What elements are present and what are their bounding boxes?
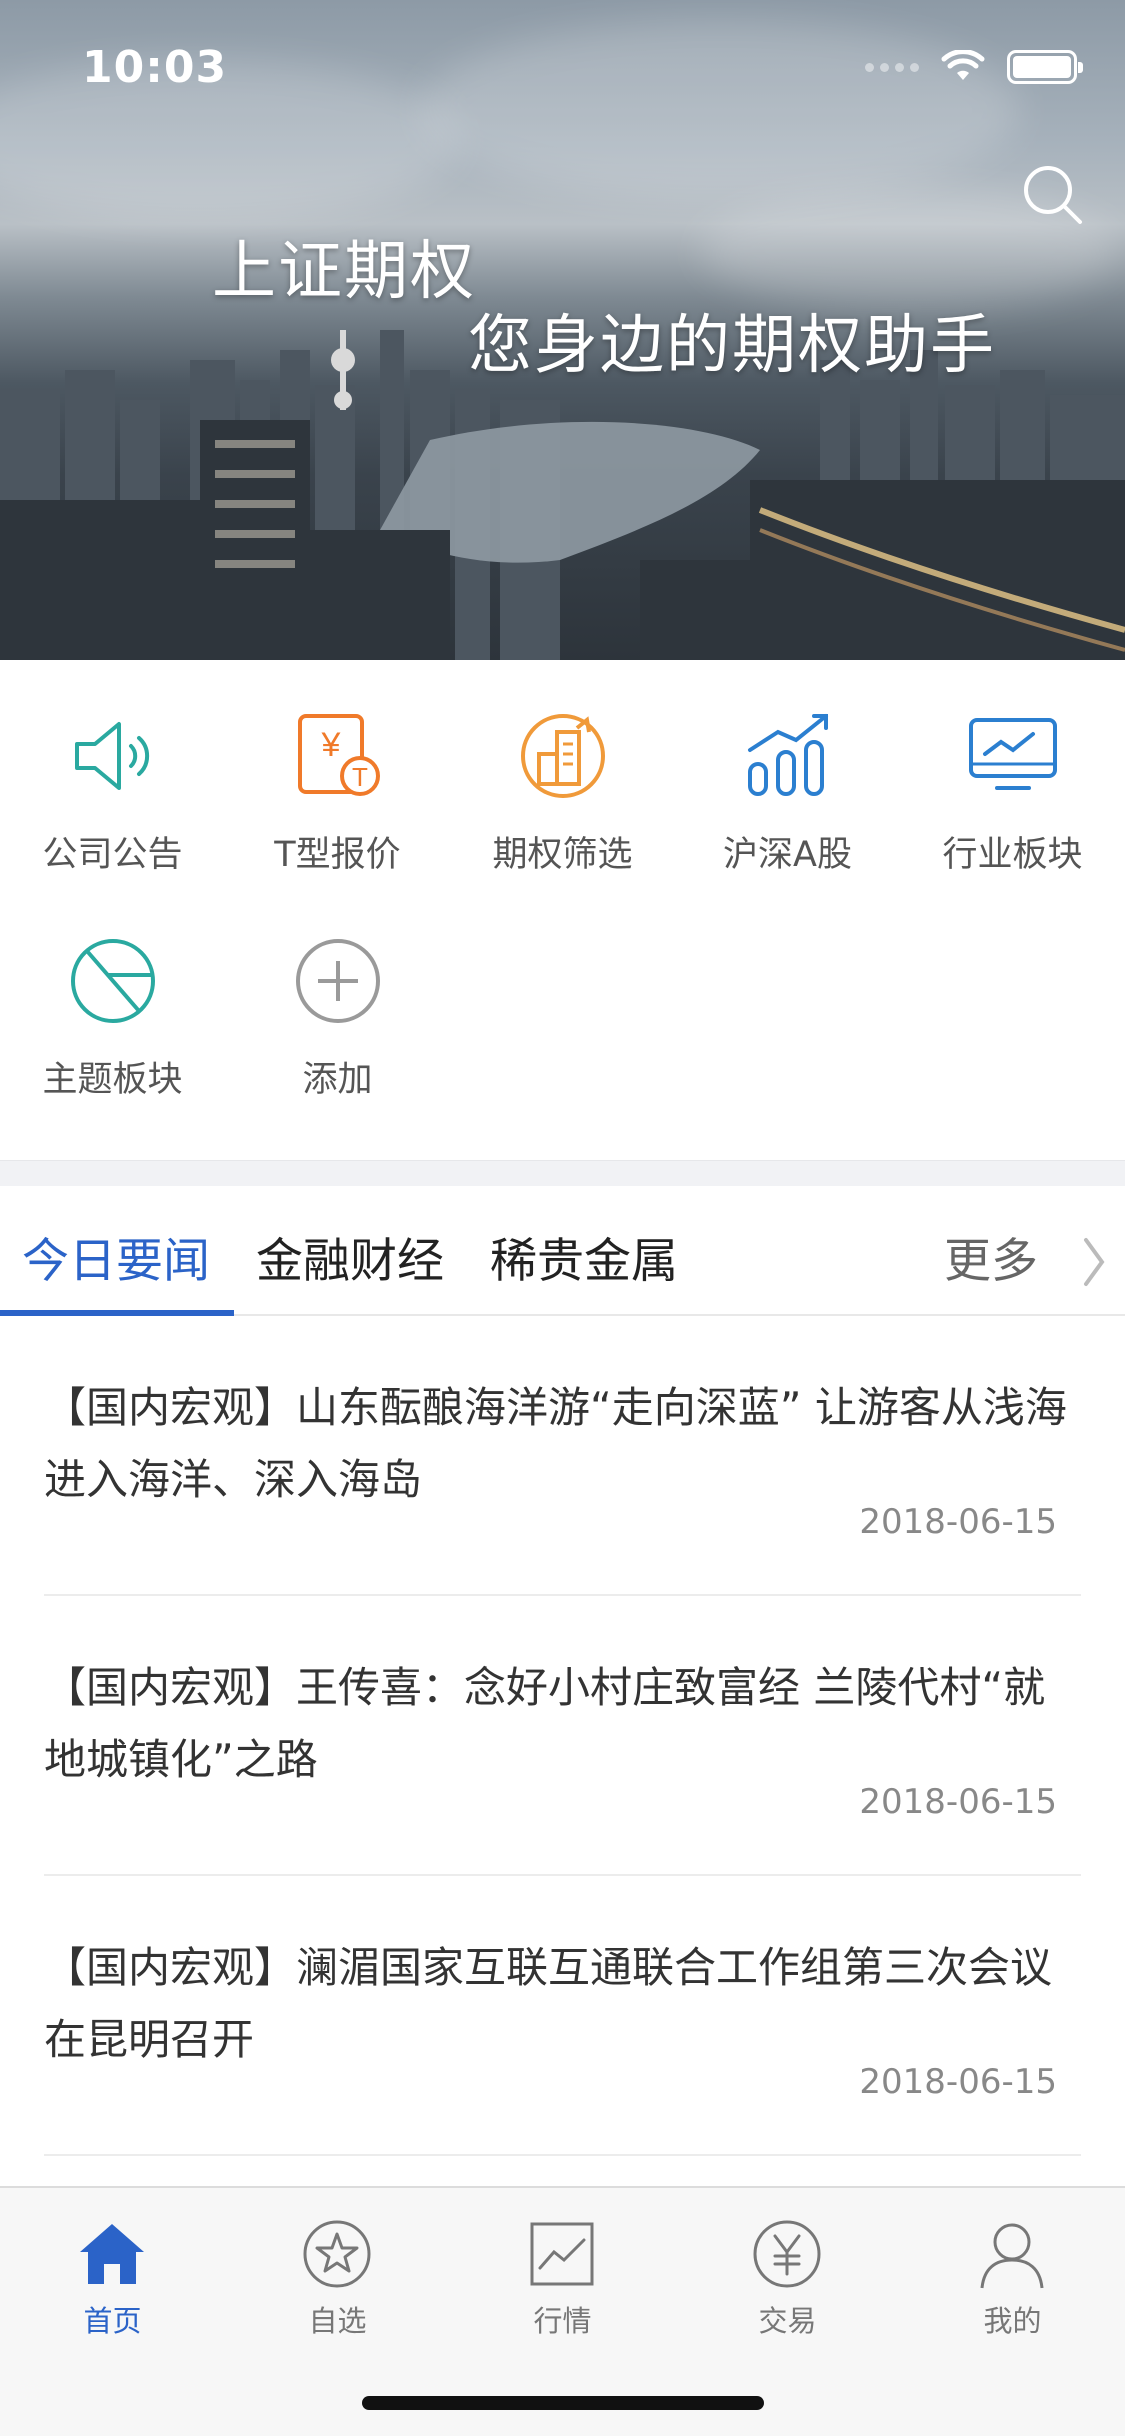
yen-coin-icon [753, 2220, 821, 2288]
yen-t-document-icon: ¥ T [298, 714, 380, 796]
star-icon [303, 2220, 371, 2288]
section-divider [0, 1160, 1125, 1186]
news-title: 【国内宏观】澜湄国家互联互通联合工作组第三次会议在昆明召开 [44, 1943, 1053, 2064]
quick-action-a-shares[interactable]: 沪深A股 [675, 660, 900, 875]
user-icon [980, 2223, 1044, 2289]
quick-action-theme-sector[interactable]: 主题板块 [0, 885, 225, 1100]
wifi-icon [941, 50, 985, 80]
news-date: 2018-06-15 [859, 1502, 1057, 1542]
quick-action-announcements[interactable]: 公司公告 [0, 660, 225, 875]
home-icon [80, 2224, 144, 2284]
news-date: 2018-06-15 [859, 1782, 1057, 1822]
quick-action-label: 添加 [302, 1060, 373, 1100]
quick-action-add[interactable]: 添加 [225, 885, 450, 1100]
tabbar-market[interactable]: 行情 [450, 2206, 675, 2346]
tabbar-label: 我的 [983, 2304, 1042, 2338]
svg-text:T: T [352, 762, 368, 792]
bar-trend-icon [748, 714, 828, 796]
status-bar: 10:03 [0, 0, 1125, 135]
tabbar-trade[interactable]: 交易 [675, 2206, 900, 2346]
news-title: 【国内宏观】山东酝酿海洋游“走向深蓝” 让游客从浅海进入海洋、深入海岛 [44, 1383, 1067, 1504]
quick-action-label: 沪深A股 [723, 835, 852, 875]
tab-today-news[interactable]: 今日要闻 [22, 1222, 210, 1291]
tabbar-label: 行情 [533, 2304, 592, 2338]
status-time: 10:03 [82, 42, 228, 93]
battery-icon [1007, 50, 1083, 84]
news-item[interactable]: 【国内宏观】澜湄国家互联互通联合工作组第三次会议在昆明召开 2018-06-15 [44, 1876, 1081, 2156]
add-circle-icon [296, 939, 380, 1023]
tabbar-home[interactable]: 首页 [0, 2206, 225, 2346]
quick-action-label: 期权筛选 [492, 835, 633, 875]
building-chart-icon [521, 714, 605, 798]
tab-finance[interactable]: 金融财经 [256, 1222, 444, 1291]
quick-action-label: 主题板块 [42, 1060, 183, 1100]
news-tabs: 今日要闻 金融财经 稀贵金属 更多 [0, 1186, 1125, 1316]
tabbar-watchlist[interactable]: 自选 [225, 2206, 450, 2346]
more-link[interactable]: 更多 [944, 1222, 1038, 1291]
tabbar-label: 交易 [758, 2304, 817, 2338]
svg-text:¥: ¥ [321, 726, 341, 764]
pie-chart-icon [71, 939, 155, 1023]
quick-action-label: 公司公告 [42, 835, 183, 875]
banner-title: 上证期权 [212, 235, 476, 309]
speaker-icon [75, 722, 150, 790]
search-icon[interactable] [1020, 162, 1086, 228]
quick-action-t-quote[interactable]: ¥ T T型报价 [225, 660, 450, 875]
quick-action-industry-sector[interactable]: 行业板块 [900, 660, 1125, 875]
news-title: 【国内宏观】王传喜：念好小村庄致富经 兰陵代村“就地城镇化”之路 [44, 1663, 1046, 1784]
home-indicator[interactable] [362, 2396, 764, 2410]
hero-banner: 10:03 上证期权 您身边的期权助手 [0, 0, 1125, 660]
quick-action-option-filter[interactable]: 期权筛选 [450, 660, 675, 875]
status-icons [865, 50, 1083, 84]
tabbar-profile[interactable]: 我的 [900, 2206, 1125, 2346]
monitor-chart-icon [969, 718, 1057, 790]
chevron-right-icon[interactable] [1080, 1234, 1108, 1290]
news-list: 【国内宏观】山东酝酿海洋游“走向深蓝” 让游客从浅海进入海洋、深入海岛 2018… [0, 1316, 1125, 2156]
tab-precious-metals[interactable]: 稀贵金属 [490, 1222, 678, 1291]
tabbar-label: 首页 [83, 2304, 142, 2338]
quick-action-grid: 公司公告 ¥ T T型报价 期权筛选 沪深A股 行业板块 主题板块 添加 [0, 660, 1125, 1160]
tabbar-label: 自选 [308, 2304, 367, 2338]
line-chart-icon [530, 2222, 594, 2286]
signal-icon [865, 62, 919, 72]
quick-action-label: T型报价 [274, 835, 401, 875]
quick-action-label: 行业板块 [942, 835, 1083, 875]
banner-subtitle: 您身边的期权助手 [468, 309, 996, 383]
news-item[interactable]: 【国内宏观】山东酝酿海洋游“走向深蓝” 让游客从浅海进入海洋、深入海岛 2018… [44, 1316, 1081, 1596]
news-item[interactable]: 【国内宏观】王传喜：念好小村庄致富经 兰陵代村“就地城镇化”之路 2018-06… [44, 1596, 1081, 1876]
news-date: 2018-06-15 [859, 2062, 1057, 2102]
